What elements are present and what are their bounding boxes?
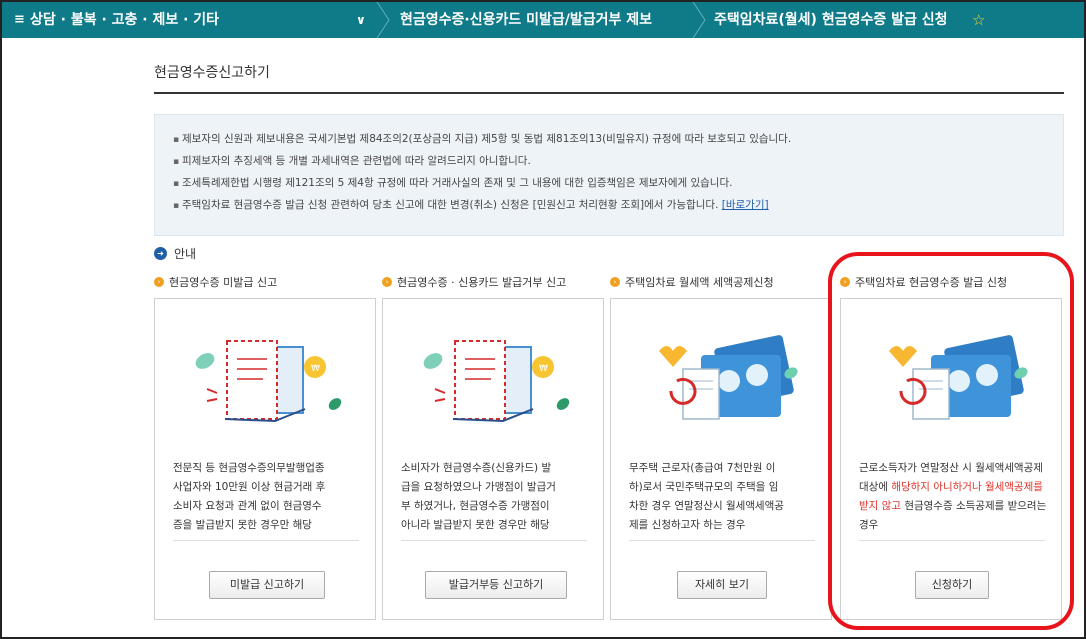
receipt-illustration-icon: ₩ (195, 340, 342, 423)
guide-label: 안내 (174, 247, 197, 261)
top-breadcrumb-bar: ≡ 상담 · 불복 · 고충 · 제보 · 기타 ∨ 현금영수증·신용카드 미발… (2, 2, 1084, 38)
card-unissued-report: ₩ 전문직 등 현금영수증의무발행업종 사업자와 10만원 이상 현금거래 후 … (154, 298, 376, 620)
breadcrumb-separator (692, 2, 706, 38)
card-description: 소비자가 현금영수증(신용카드) 발 급을 요청하였으나 가맹점이 발급거 부 … (401, 462, 556, 531)
chevron-down-icon[interactable]: ∨ (356, 2, 366, 38)
arrow-bullet-icon: › (154, 277, 164, 287)
unissued-report-button[interactable]: 미발급 신고하기 (209, 571, 325, 599)
card-divider (173, 540, 359, 541)
menu-icon[interactable]: ≡ (14, 2, 25, 38)
notice-item: 주택임차료 현금영수증 발급 신청 관련하여 당초 신고에 대한 변경(취소) … (173, 196, 1063, 218)
notice-item: 피제보자의 추징세액 등 개별 과세내역은 관련법에 따라 알려드리지 아니합니… (173, 152, 1063, 174)
card-rent-receipt-request: 근로소득자가 연말정산 시 월세액세액공제 대상에 해당하지 아니하거나 월세액… (840, 298, 1062, 620)
card-category-title: › 현금영수증 미발급 신고 (154, 274, 277, 290)
breadcrumb-separator (376, 2, 390, 38)
card-refusal-report: ₩ 소비자가 현금영수증(신용카드) 발 급을 요청하였으나 가맹점이 발급거 … (382, 298, 604, 620)
guide-heading: ➜ 안내 (154, 245, 196, 262)
card-divider (401, 540, 587, 541)
breadcrumb-category[interactable]: 상담 · 불복 · 고충 · 제보 · 기타 (30, 2, 219, 38)
details-button[interactable]: 자세히 보기 (677, 571, 767, 599)
card-category-title: › 현금영수증 · 신용카드 발급거부 신고 (382, 274, 566, 290)
svg-text:₩: ₩ (311, 364, 320, 374)
rent-folder-illustration-icon (889, 335, 1028, 420)
card-category-title: › 주택임차료 월세액 세액공제신청 (610, 274, 774, 290)
favorite-star-icon[interactable]: ☆ (972, 2, 985, 38)
card-category-title: › 주택임차료 현금영수증 발급 신청 (840, 274, 1007, 290)
title-divider (154, 92, 1064, 94)
card-divider (629, 540, 815, 541)
card-description: 무주택 근로자(총급여 7천만원 이 하)로서 국민주택규모의 주택을 임 차한… (629, 462, 784, 531)
arrow-bullet-icon: › (610, 277, 620, 287)
card-description: 근로소득자가 연말정산 시 월세액세액공제 대상에 해당하지 아니하거나 월세액… (859, 462, 1047, 531)
breadcrumb-report-menu[interactable]: 현금영수증·신용카드 미발급/발급거부 제보 (400, 2, 652, 38)
notice-item: 조세특례제한법 시행령 제121조의 5 제4항 규정에 따라 거래사실의 존재… (173, 174, 1063, 196)
notice-box: 제보자의 신원과 제보내용은 국세기본법 제84조의2(포상금의 지급) 제5항… (154, 114, 1064, 236)
arrow-bullet-icon: › (840, 277, 850, 287)
apply-button[interactable]: 신청하기 (915, 571, 989, 599)
receipt-illustration-icon: ₩ (423, 340, 570, 423)
shortcut-link[interactable]: [바로가기] (722, 199, 769, 211)
card-description: 전문직 등 현금영수증의무발행업종 사업자와 10만원 이상 현금거래 후 소비… (173, 462, 326, 531)
card-divider (859, 540, 1045, 541)
svg-text:₩: ₩ (539, 364, 548, 374)
page-title: 현금영수증신고하기 (154, 65, 270, 81)
card-rent-deduction: 무주택 근로자(총급여 7천만원 이 하)로서 국민주택규모의 주택을 임 차한… (610, 298, 832, 620)
arrow-bullet-icon: › (382, 277, 392, 287)
arrow-right-circle-icon: ➜ (154, 247, 167, 260)
refusal-report-button[interactable]: 발급거부등 신고하기 (425, 571, 567, 599)
notice-item: 제보자의 신원과 제보내용은 국세기본법 제84조의2(포상금의 지급) 제5항… (173, 130, 1063, 152)
rent-folder-illustration-icon (659, 335, 798, 420)
breadcrumb-current-page: 주택임차료(월세) 현금영수증 발급 신청 (714, 12, 948, 28)
